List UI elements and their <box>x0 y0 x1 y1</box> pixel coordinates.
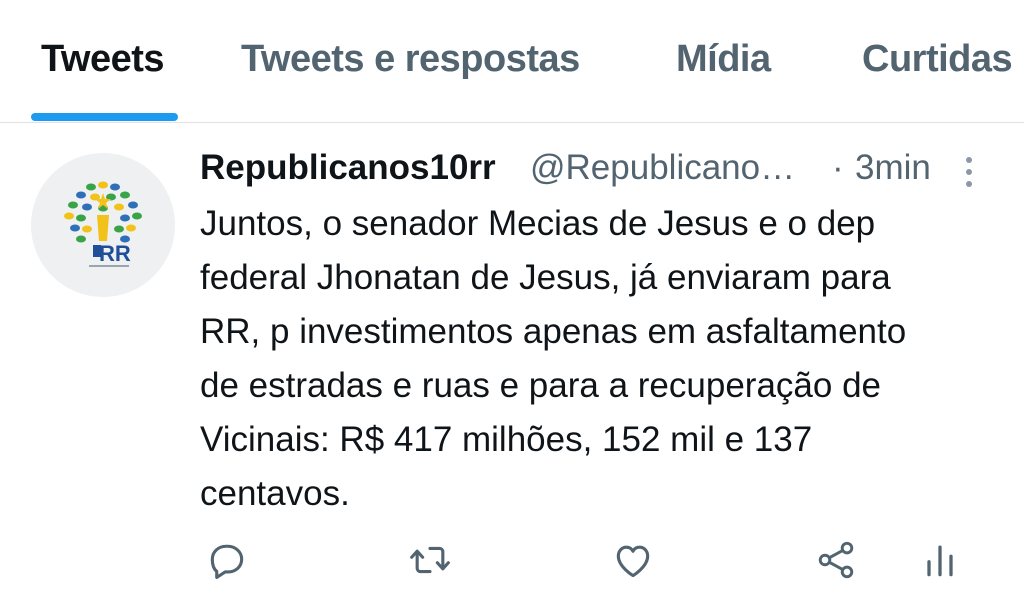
tweet-text-line: Juntos, o senador Mecias de Jesus e o de… <box>200 204 876 243</box>
analytics-button[interactable] <box>910 530 970 590</box>
tweet-text-line: de estradas e ruas e para a recuperação … <box>200 366 881 405</box>
profile-tabs: Tweets Tweets e respostas Mídia Curtidas <box>0 0 1024 123</box>
tweet-text-line: Vicinais: R$ 417 milhões, 152 mil e 137 <box>200 420 813 459</box>
tweet-header: Republicanos10rr @Republicano… · 3min <box>200 148 990 198</box>
republicanos-logo-icon: RR <box>31 153 175 297</box>
tweet-text-line: centavos. <box>200 474 350 513</box>
author-name[interactable]: Republicanos10rr <box>200 148 496 188</box>
retweet-icon <box>410 546 450 574</box>
tweet-text: Juntos, o senador Mecias de Jesus e o de… <box>200 197 1000 521</box>
tweet-text-line: federal Jhonatan de Jesus, já enviaram p… <box>200 258 891 297</box>
author-handle[interactable]: @Republicano… <box>530 148 795 188</box>
tab-tweets[interactable]: Tweets <box>41 38 165 81</box>
header-separator: · <box>832 148 844 187</box>
svg-text:RR: RR <box>99 241 131 266</box>
tweet-text-line: RR, p investimentos apenas em asfaltamen… <box>200 312 907 351</box>
active-tab-indicator <box>31 113 178 121</box>
avatar[interactable]: RR <box>31 153 175 297</box>
reply-button[interactable] <box>197 530 257 590</box>
tab-media[interactable]: Mídia <box>676 38 771 81</box>
tweet-timestamp[interactable]: 3min <box>855 148 931 188</box>
retweet-button[interactable] <box>400 530 460 590</box>
share-button[interactable] <box>806 530 866 590</box>
tweet-actions <box>0 530 1024 590</box>
more-options-icon[interactable] <box>960 154 978 190</box>
tab-tweets-and-replies[interactable]: Tweets e respostas <box>241 38 580 81</box>
tab-likes[interactable]: Curtidas <box>862 38 1013 81</box>
like-button[interactable] <box>603 530 663 590</box>
like-icon <box>616 545 650 578</box>
analytics-icon <box>927 545 953 577</box>
share-icon <box>818 541 854 579</box>
reply-icon <box>210 544 244 579</box>
